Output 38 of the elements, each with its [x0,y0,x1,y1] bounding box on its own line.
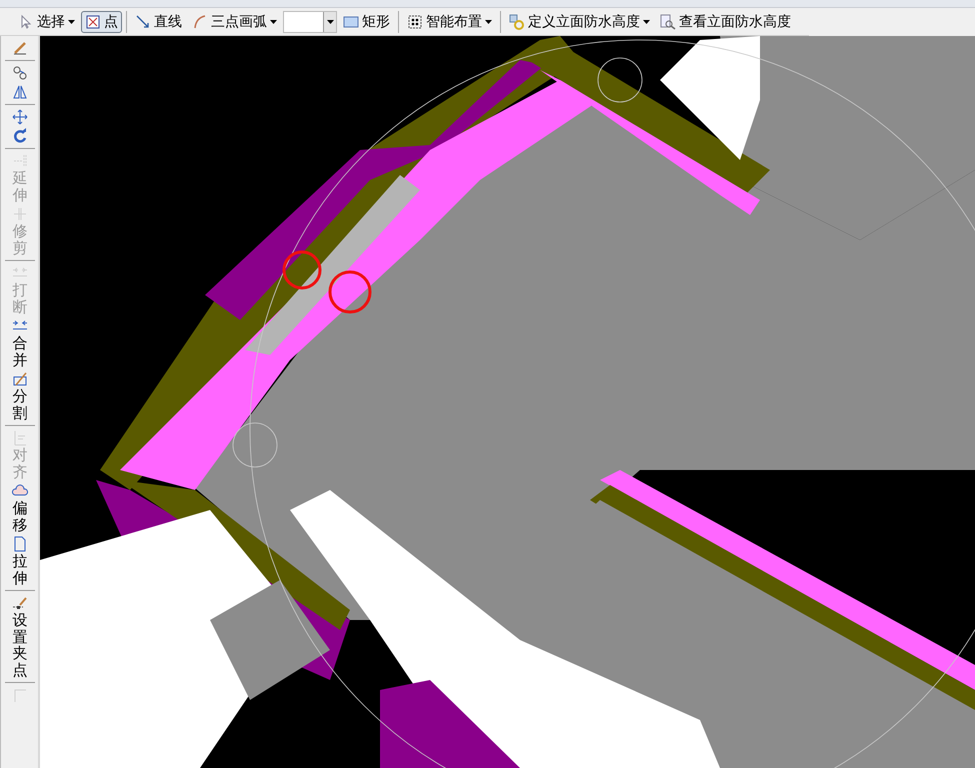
toolbar-button[interactable]: 矩形 [339,10,394,32]
arc-icon [192,14,208,30]
toolbar-button[interactable]: 点 [81,10,122,32]
point-icon [85,14,101,30]
rotate-icon [12,128,28,144]
toolbar-button[interactable]: 选择 [14,10,79,32]
tool-button[interactable]: 合并 [5,318,35,368]
toolbar-button[interactable]: 智能布置 [403,10,496,32]
toolbar-button[interactable]: 定义立面防水高度 [505,10,654,32]
mirror-icon [12,84,28,100]
toolbar-button[interactable]: 查看立面防水高度 [656,10,795,32]
stretch-icon [12,536,28,552]
move-icon [12,109,28,125]
trim-icon [12,206,28,222]
tool-button[interactable]: 偏移 [5,483,35,533]
caret-icon [68,20,75,24]
caret-icon [485,20,492,24]
caret-icon [270,20,277,24]
split-icon [12,371,28,387]
grid-icon [407,14,423,30]
line-icon [135,14,151,30]
magnifier-icon [660,14,676,30]
corner-icon [12,687,28,703]
rectangle-icon [343,14,359,30]
tool-button[interactable]: 分割 [5,371,35,421]
dropdown-field[interactable] [283,10,337,32]
toolbar-button[interactable]: 三点画弧 [188,10,281,32]
pencil-icon [12,40,28,56]
toolbar-button[interactable]: 直线 [131,10,186,32]
grip-pencil-icon [12,595,28,611]
caret-icon [643,20,650,24]
extend-icon [12,153,28,169]
tool-button[interactable]: 拉伸 [5,536,35,586]
align-icon [12,430,28,446]
cube-circle-icon [509,14,525,30]
tool-button[interactable]: 设置夹点 [5,595,35,678]
caret-icon [326,20,334,24]
circles-icon [12,65,28,81]
